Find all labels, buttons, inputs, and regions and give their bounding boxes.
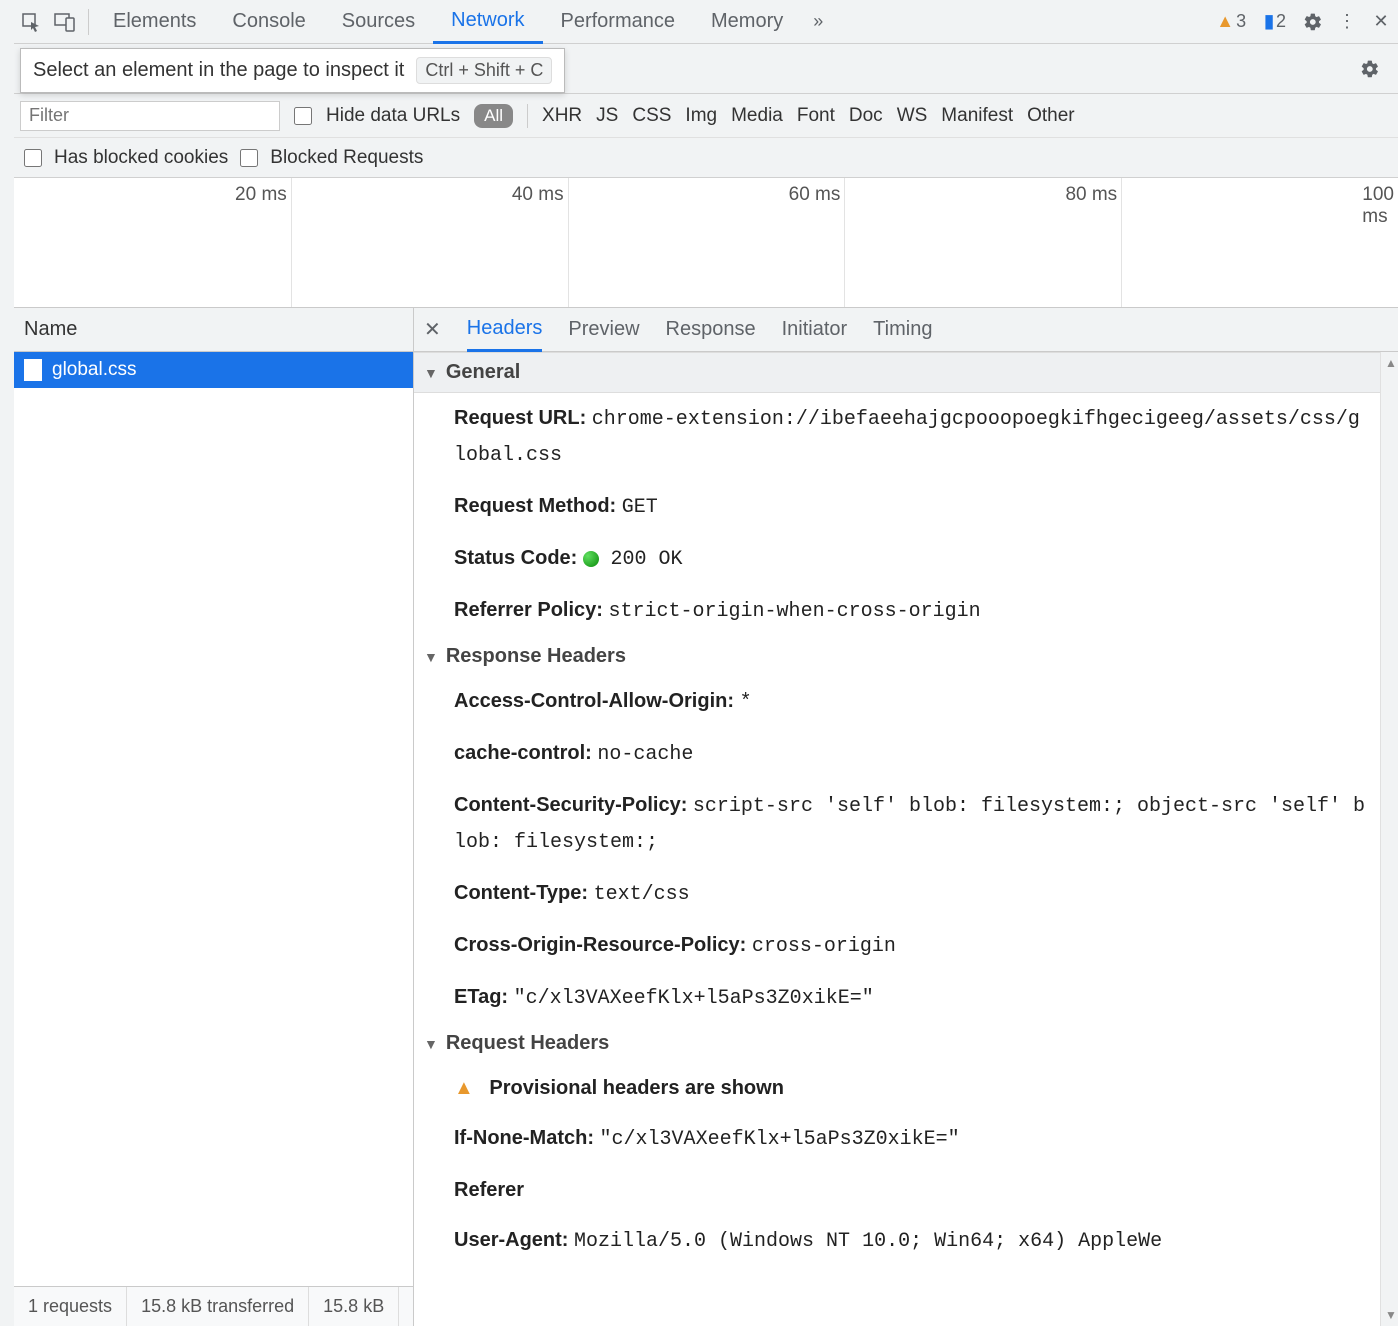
resp-csp: Content-Security-Policy: script-src 'sel… [414, 780, 1380, 868]
section-request-headers[interactable]: ▼ Request Headers [414, 1024, 1380, 1063]
timeline-tick: 100 ms [1362, 184, 1398, 228]
hide-data-urls-checkbox[interactable] [294, 107, 312, 125]
detail-tab-response[interactable]: Response [666, 308, 756, 352]
more-tabs-icon[interactable]: » [801, 0, 835, 44]
request-detail-pane: ✕ Headers Preview Response Initiator Tim… [414, 308, 1398, 1326]
collapse-icon: ▼ [424, 1036, 438, 1052]
filter-img[interactable]: Img [685, 105, 717, 127]
tab-performance[interactable]: Performance [543, 0, 694, 44]
info-icon[interactable]: ▮ [1264, 11, 1274, 32]
file-icon [24, 359, 42, 381]
timeline-tick: 60 ms [789, 184, 845, 206]
warning-icon[interactable]: ▲ [1216, 11, 1234, 32]
detail-tabbar: ✕ Headers Preview Response Initiator Tim… [414, 308, 1398, 352]
resp-cache: cache-control: no-cache [414, 728, 1380, 780]
timeline-tick: 80 ms [1065, 184, 1121, 206]
status-ok-icon [583, 551, 599, 567]
request-list-pane: Name global.css 1 requests 15.8 kB trans… [14, 308, 414, 1326]
hide-data-urls-label: Hide data URLs [326, 105, 460, 127]
close-detail-icon[interactable]: ✕ [424, 317, 441, 342]
filter-bar-2: Has blocked cookies Blocked Requests [14, 138, 1398, 178]
filter-xhr[interactable]: XHR [542, 105, 582, 127]
devtools-tabbar: Elements Console Sources Network Perform… [14, 0, 1398, 44]
filter-other[interactable]: Other [1027, 105, 1075, 127]
timeline-tick: 20 ms [235, 184, 291, 206]
section-title: General [446, 361, 520, 384]
general-referrer-policy: Referrer Policy: strict-origin-when-cros… [414, 585, 1380, 637]
request-name: global.css [52, 359, 137, 381]
network-settings-icon[interactable] [1348, 59, 1392, 79]
blocked-requests-label: Blocked Requests [270, 147, 423, 169]
kebab-menu-icon[interactable]: ⋮ [1330, 0, 1364, 44]
detail-tab-initiator[interactable]: Initiator [782, 308, 848, 352]
filter-input[interactable] [20, 101, 280, 131]
status-bar: 1 requests 15.8 kB transferred 15.8 kB [14, 1286, 413, 1326]
filter-media[interactable]: Media [731, 105, 783, 127]
req-user-agent: User-Agent: Mozilla/5.0 (Windows NT 10.0… [414, 1215, 1380, 1267]
section-general[interactable]: ▼ General [414, 352, 1380, 393]
tab-elements[interactable]: Elements [95, 0, 214, 44]
blocked-requests-checkbox[interactable] [240, 149, 258, 167]
resp-corp: Cross-Origin-Resource-Policy: cross-orig… [414, 920, 1380, 972]
provisional-warning: ▲ Provisional headers are shown [414, 1063, 1380, 1113]
detail-tab-preview[interactable]: Preview [568, 308, 639, 352]
scroll-down-icon[interactable]: ▼ [1385, 1308, 1397, 1322]
settings-icon[interactable] [1296, 0, 1330, 44]
req-if-none-match: If-None-Match: "c/xl3VAXeefKlx+l5aPs3Z0x… [414, 1113, 1380, 1165]
general-request-method: Request Method: GET [414, 481, 1380, 533]
blocked-cookies-checkbox[interactable] [24, 149, 42, 167]
tab-network[interactable]: Network [433, 0, 542, 44]
section-title: Request Headers [446, 1032, 609, 1055]
filter-font[interactable]: Font [797, 105, 835, 127]
filter-doc[interactable]: Doc [849, 105, 883, 127]
resp-ctype: Content-Type: text/css [414, 868, 1380, 920]
section-response-headers[interactable]: ▼ Response Headers [414, 637, 1380, 676]
filter-css[interactable]: CSS [632, 105, 671, 127]
divider [527, 104, 528, 128]
timeline-tick: 40 ms [512, 184, 568, 206]
device-toggle-icon[interactable] [48, 0, 82, 44]
filter-bar: Hide data URLs All XHR JS CSS Img Media … [14, 94, 1398, 138]
vertical-scrollbar[interactable]: ▲ ▼ [1380, 352, 1398, 1326]
filter-all-pill[interactable]: All [474, 104, 513, 128]
collapse-icon: ▼ [424, 365, 438, 381]
detail-tab-headers[interactable]: Headers [467, 308, 543, 352]
resp-acao: Access-Control-Allow-Origin: * [414, 676, 1380, 728]
resp-etag: ETag: "c/xl3VAXeefKlx+l5aPs3Z0xikE=" [414, 972, 1380, 1024]
tab-console[interactable]: Console [214, 0, 323, 44]
tooltip-text: Select an element in the page to inspect… [33, 59, 404, 82]
general-request-url: Request URL: chrome-extension://ibefaeeh… [414, 393, 1380, 481]
status-resources: 15.8 kB [309, 1287, 399, 1326]
detail-tab-timing[interactable]: Timing [873, 308, 932, 352]
status-requests: 1 requests [14, 1287, 127, 1326]
inspect-tooltip: Select an element in the page to inspect… [20, 48, 565, 93]
blocked-cookies-label: Has blocked cookies [54, 147, 228, 169]
timeline-overview[interactable]: 20 ms 40 ms 60 ms 80 ms 100 ms [14, 178, 1398, 308]
request-row[interactable]: global.css [14, 352, 413, 388]
warning-count: 3 [1236, 11, 1246, 32]
collapse-icon: ▼ [424, 649, 438, 665]
close-devtools-icon[interactable]: ✕ [1364, 0, 1398, 44]
req-referer: Referer [414, 1165, 1380, 1215]
tab-memory[interactable]: Memory [693, 0, 801, 44]
warning-icon: ▲ [454, 1077, 474, 1099]
filter-manifest[interactable]: Manifest [941, 105, 1013, 127]
column-header-name[interactable]: Name [14, 308, 413, 352]
scroll-up-icon[interactable]: ▲ [1385, 356, 1397, 370]
section-title: Response Headers [446, 645, 626, 668]
filter-ws[interactable]: WS [897, 105, 928, 127]
info-count: 2 [1276, 11, 1286, 32]
general-status-code: Status Code: 200 OK [414, 533, 1380, 585]
tab-sources[interactable]: Sources [324, 0, 433, 44]
filter-js[interactable]: JS [596, 105, 618, 127]
tooltip-shortcut: Ctrl + Shift + C [416, 57, 552, 84]
inspect-icon[interactable] [14, 0, 48, 44]
status-transferred: 15.8 kB transferred [127, 1287, 309, 1326]
